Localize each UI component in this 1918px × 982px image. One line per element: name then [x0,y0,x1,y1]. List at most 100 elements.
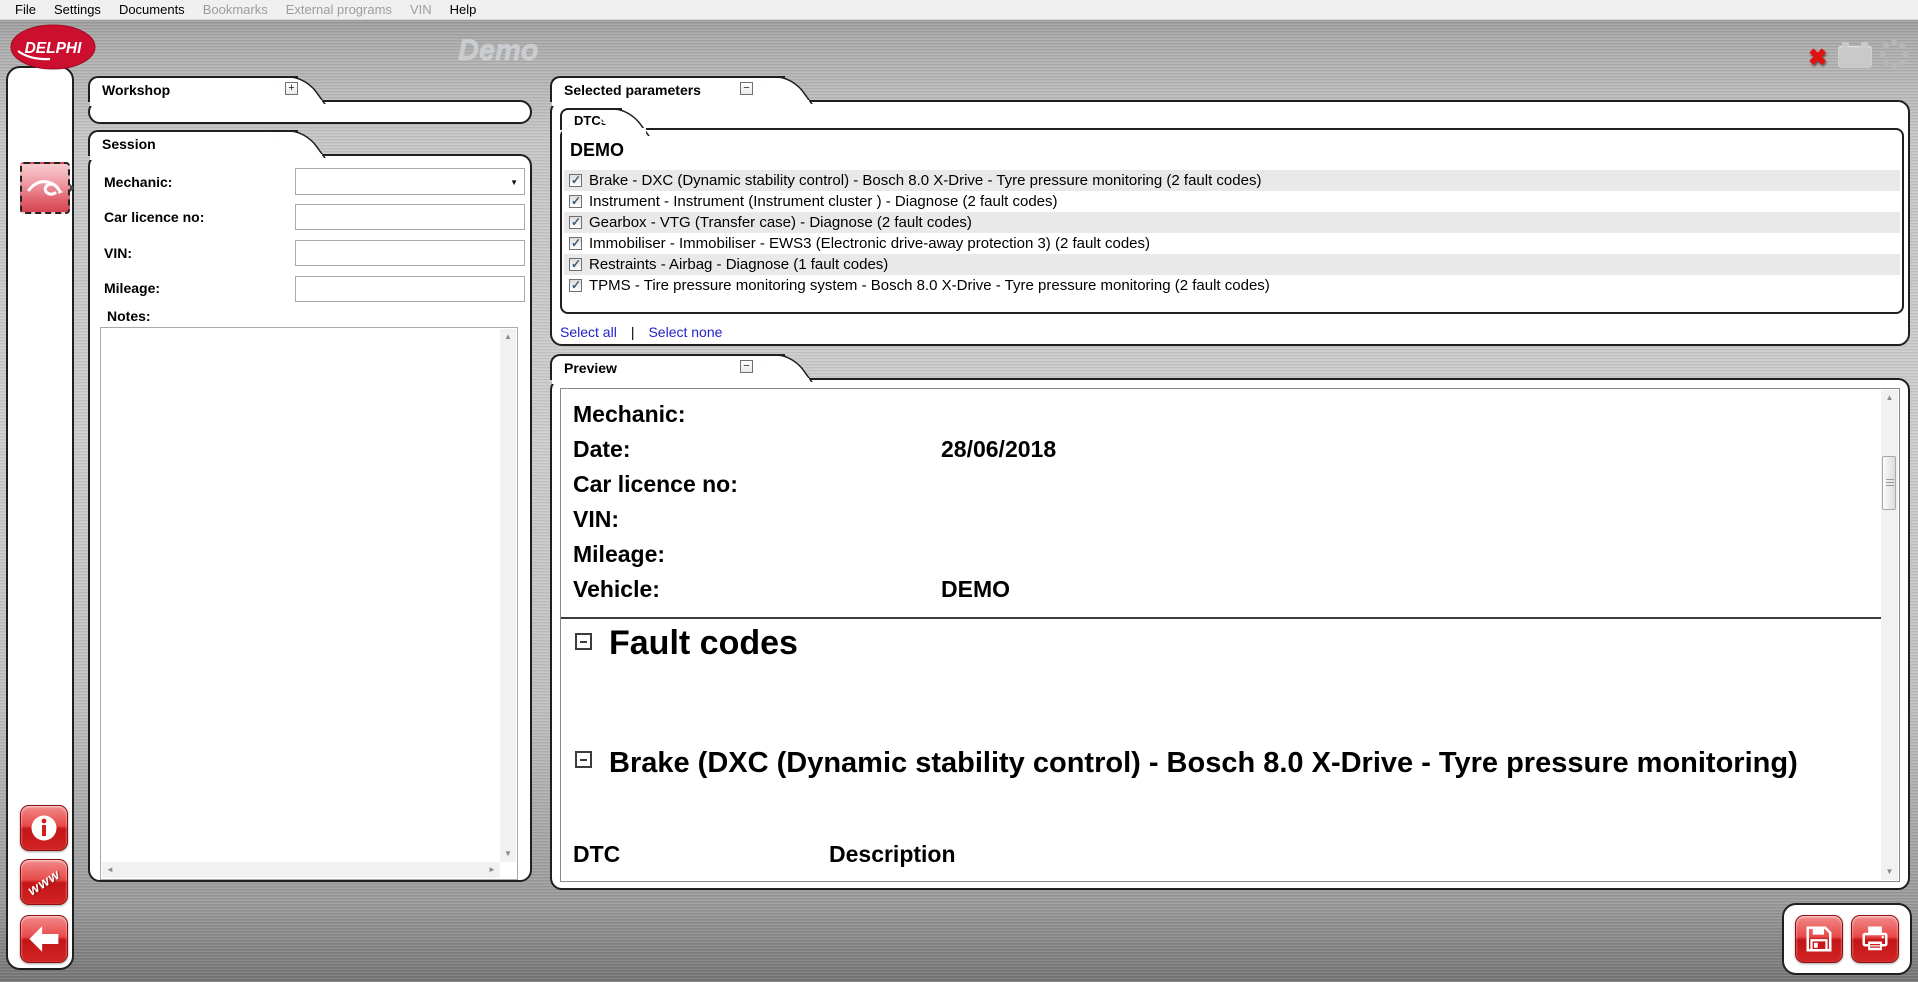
scroll-left-icon[interactable]: ◄ [102,862,118,878]
dtc-checkbox[interactable]: ✓ [569,174,582,187]
preview-collapse-button[interactable]: − [740,360,753,373]
svg-text:DELPHI: DELPHI [25,40,83,57]
preview-mechanic-row: Mechanic: [573,401,685,428]
session-panel: Mechanic: ▼ Car licence no: VIN: Mileage… [88,154,532,882]
preview-vehicle-value: DEMO [941,576,1010,603]
scroll-right-icon[interactable]: ► [484,862,500,878]
dtcs-groupbox: DEMO ✓ Brake - DXC (Dynamic stability co… [560,128,1904,314]
dtc-row-label: Instrument - Instrument (Instrument clus… [589,193,1058,210]
car-licence-label: Car licence no: [104,209,204,225]
page-title: Demo [458,34,539,67]
dtc-row-label: TPMS - Tire pressure monitoring system -… [589,277,1270,294]
session-tab[interactable]: Session [88,130,298,156]
preview-document: Mechanic: Date:28/06/2018 Car licence no… [560,388,1900,882]
dtc-checkbox[interactable]: ✓ [569,195,582,208]
dtc-column-header: DTC [573,841,620,868]
menu-bookmarks: Bookmarks [194,0,277,20]
select-none-link[interactable]: Select none [648,324,722,340]
vehicle-heading: DEMO [570,140,624,161]
selected-parameters-collapse-button[interactable]: − [740,82,753,95]
scroll-down-icon[interactable]: ▼ [500,846,516,862]
close-icon[interactable]: ✖ [1808,44,1827,71]
mechanic-label: Mechanic: [104,174,172,190]
dtc-checkbox[interactable]: ✓ [569,258,582,271]
menu-help[interactable]: Help [441,0,486,20]
scrollbar-thumb[interactable] [1882,456,1896,510]
session-title: Session [102,136,156,152]
info-icon [28,812,60,844]
vehicle-selection-icon[interactable] [20,162,70,214]
scroll-down-icon[interactable]: ▼ [1881,864,1898,880]
checkmark-icon: ✓ [571,236,581,250]
brake-section-heading: Brake (DXC (Dynamic stability control) -… [575,751,1839,784]
dtc-row-label: Restraints - Airbag - Diagnose (1 fault … [589,256,888,273]
divider [561,617,1883,619]
www-button[interactable]: www [20,859,68,905]
dtc-row-label: Brake - DXC (Dynamic stability control) … [589,172,1261,189]
menu-documents[interactable]: Documents [110,0,194,20]
preview-panel: Mechanic: Date:28/06/2018 Car licence no… [550,378,1910,890]
preview-mileage-row: Mileage: [573,541,665,568]
menu-vin: VIN [401,0,441,20]
mileage-field[interactable] [295,276,525,302]
menu-settings[interactable]: Settings [45,0,110,20]
scroll-up-icon[interactable]: ▲ [500,329,516,345]
save-icon [1804,924,1834,954]
dtcs-title: DTCs [574,113,608,128]
checkmark-icon: ✓ [571,194,581,208]
save-button[interactable] [1795,915,1843,963]
back-button[interactable] [20,915,68,963]
select-all-link[interactable]: Select all [560,324,617,340]
link-separator: | [631,324,635,340]
dtcs-tab: DTCs [560,108,622,130]
checkmark-icon: ✓ [571,278,581,292]
car-licence-field[interactable] [295,204,525,230]
print-button[interactable] [1851,915,1899,963]
back-arrow-icon [29,926,59,952]
collapse-box-icon[interactable] [575,751,592,768]
dtc-row[interactable]: ✓ Brake - DXC (Dynamic stability control… [564,170,1900,191]
dtc-row[interactable]: ✓ Gearbox - VTG (Transfer case) - Diagno… [564,212,1900,233]
preview-vertical-scrollbar[interactable]: ▲ ▼ [1881,390,1898,880]
spinner-icon [1878,38,1910,70]
dtc-checkbox[interactable]: ✓ [569,237,582,250]
preview-date-value: 28/06/2018 [941,436,1056,463]
vin-field[interactable] [295,240,525,266]
notes-horizontal-scrollbar[interactable]: ◄ ► [102,862,500,878]
scroll-up-icon[interactable]: ▲ [1881,390,1898,406]
dtc-row[interactable]: ✓ Instrument - Instrument (Instrument cl… [564,191,1900,212]
collapse-box-icon[interactable] [575,633,592,650]
selected-parameters-title: Selected parameters [564,82,701,98]
mileage-label: Mileage: [104,280,160,296]
notes-vertical-scrollbar[interactable]: ▲ ▼ [500,329,516,862]
checkmark-icon: ✓ [571,173,581,187]
selected-parameters-panel: DTCs DEMO ✓ Brake - DXC (Dynamic stabili… [550,100,1910,346]
menu-bar: File Settings Documents Bookmarks Extern… [0,0,1918,20]
print-icon [1860,924,1890,954]
dtc-row[interactable]: ✓ Immobiliser - Immobiliser - EWS3 (Elec… [564,233,1900,254]
workshop-title: Workshop [102,82,170,98]
dtc-row-label: Gearbox - VTG (Transfer case) - Diagnose… [589,214,972,231]
menu-file[interactable]: File [6,0,45,20]
menu-external-programs: External programs [277,0,401,20]
fault-codes-section-heading: Fault codes [575,633,798,663]
notes-textarea[interactable]: ▲ ▼ ◄ ► [100,327,518,880]
selection-links: Select all | Select none [560,324,722,340]
description-column-header: Description [829,841,956,868]
notes-label: Notes: [107,308,151,324]
actions-panel [1782,903,1912,975]
dtc-row[interactable]: ✓ TPMS - Tire pressure monitoring system… [564,275,1900,296]
dtc-row[interactable]: ✓ Restraints - Airbag - Diagnose (1 faul… [564,254,1900,275]
dtc-checkbox[interactable]: ✓ [569,279,582,292]
preview-title: Preview [564,360,617,376]
workshop-expand-button[interactable]: + [285,82,298,95]
mechanic-combobox[interactable]: ▼ [295,168,525,195]
delphi-logo: DELPHI [10,24,96,70]
chevron-down-icon: ▼ [510,178,518,187]
preview-date-row: Date:28/06/2018 [573,436,631,463]
workshop-tab[interactable]: Workshop [88,76,298,102]
preview-car-licence-row: Car licence no: [573,471,738,498]
battery-icon [1838,46,1872,68]
dtc-checkbox[interactable]: ✓ [569,216,582,229]
info-button[interactable] [20,805,68,851]
